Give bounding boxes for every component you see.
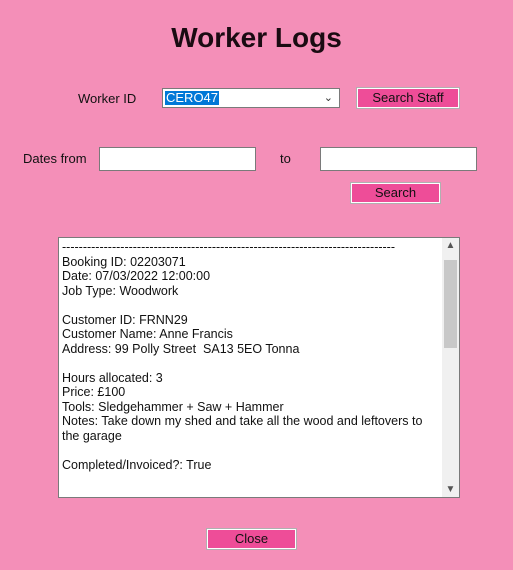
scroll-down-icon[interactable]: ▼ — [442, 484, 459, 495]
page-title: Worker Logs — [171, 22, 342, 53]
chevron-down-icon[interactable]: ⌄ — [324, 91, 333, 104]
worker-id-dropdown[interactable]: CERO47 ⌄ — [162, 88, 340, 108]
date-to-input[interactable] — [320, 147, 477, 171]
search-dates-button[interactable]: Search — [350, 182, 441, 204]
log-content: ----------------------------------------… — [62, 240, 423, 472]
scroll-up-icon[interactable]: ▲ — [442, 240, 459, 251]
dates-to-label: to — [280, 151, 291, 166]
dates-from-label: Dates from — [23, 151, 87, 166]
worker-id-label: Worker ID — [78, 91, 137, 106]
date-from-input[interactable] — [99, 147, 256, 171]
close-button[interactable]: Close — [206, 528, 297, 550]
worker-log-textbox[interactable]: ----------------------------------------… — [58, 237, 460, 498]
search-staff-button[interactable]: Search Staff — [356, 87, 460, 109]
scroll-thumb[interactable] — [444, 260, 457, 348]
vertical-scrollbar[interactable]: ▲ ▼ — [442, 238, 459, 497]
worker-id-value: CERO47 — [165, 90, 220, 105]
